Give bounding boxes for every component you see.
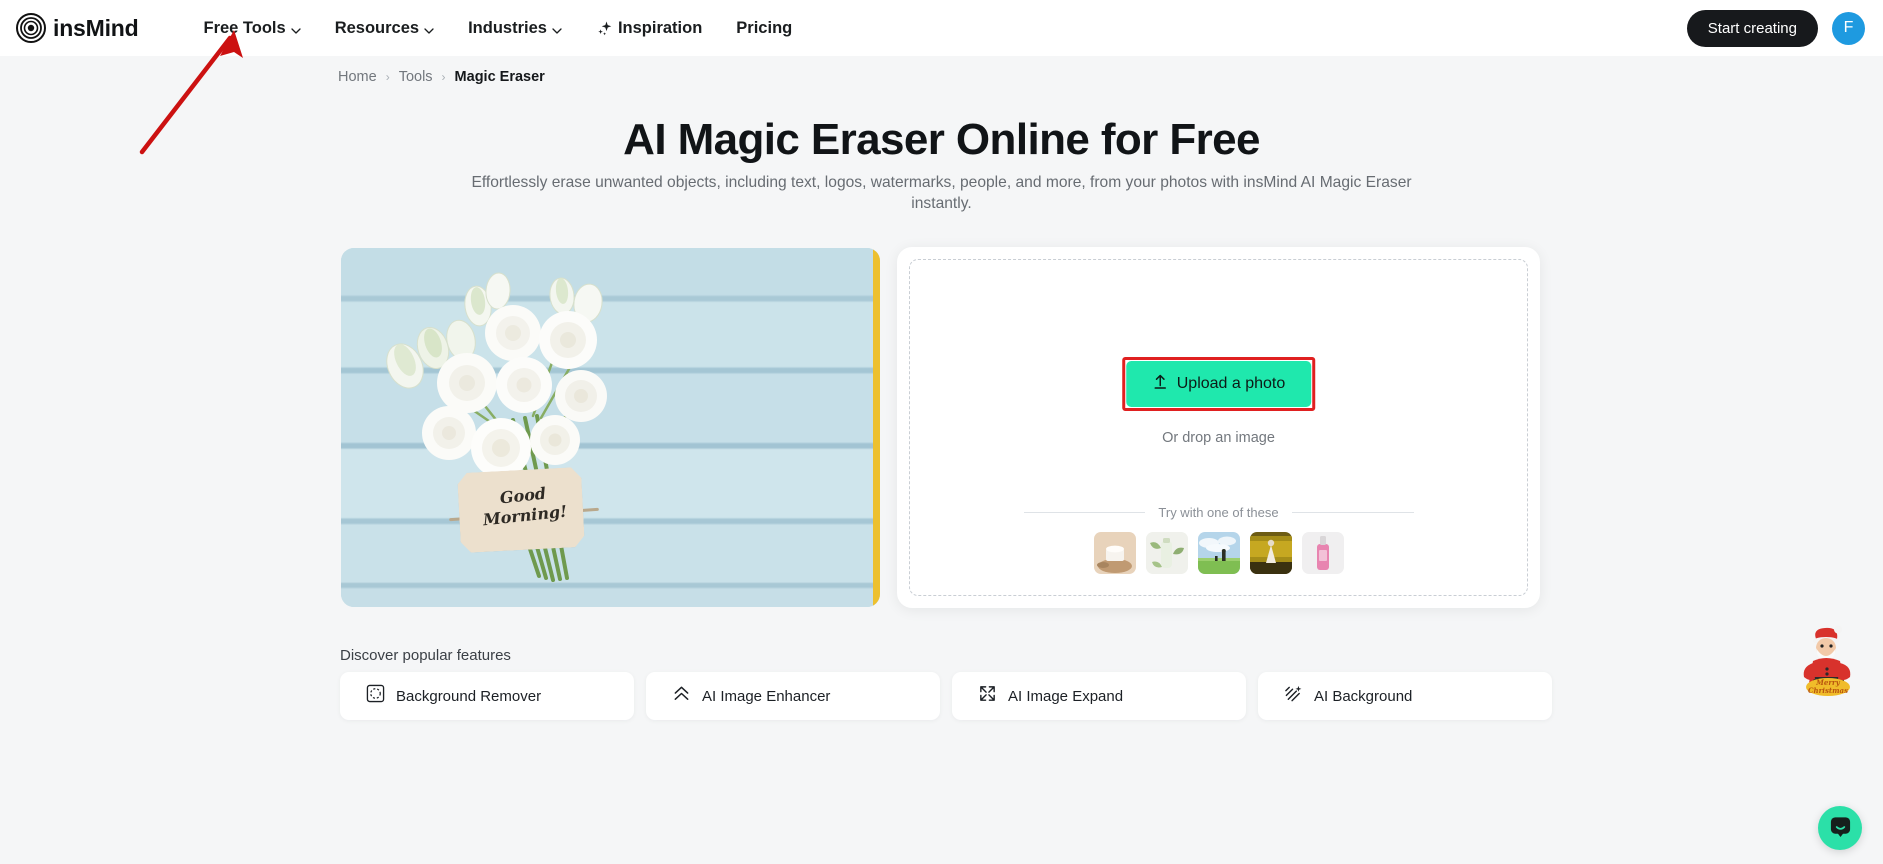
feature-label-ai-image-enhancer: AI Image Enhancer <box>702 687 831 705</box>
feature-card-ai-image-enhancer[interactable]: AI Image Enhancer <box>646 672 940 720</box>
demo-preview-image: Good Morning! <box>341 248 880 607</box>
svg-text:Christmas: Christmas <box>1808 686 1848 695</box>
feature-card-ai-background[interactable]: AI Background <box>1258 672 1552 720</box>
page-subtitle: Effortlessly erase unwanted objects, inc… <box>471 174 1412 212</box>
chevron-down-icon <box>291 22 301 34</box>
try-samples-divider: Try with one of these <box>1023 505 1414 520</box>
upload-button-label: Upload a photo <box>1176 375 1286 392</box>
sample-thumbnail-skincare-tube[interactable] <box>1145 532 1188 574</box>
nav-label-pricing: Pricing <box>736 18 793 37</box>
yellow-edge-strip <box>873 248 880 607</box>
sample-thumbnail-list <box>1093 532 1344 574</box>
double-chevron-up-icon <box>672 684 691 708</box>
header-actions: Start creating F <box>1686 9 1865 47</box>
feature-label-ai-background: AI Background <box>1314 687 1413 705</box>
feature-card-background-remover[interactable]: Background Remover <box>340 672 634 720</box>
nav-label-inspiration: Inspiration <box>617 18 703 37</box>
diagonal-stripes-sparkle-icon <box>1284 684 1303 708</box>
dropzone[interactable]: Upload a photo Or drop an image Try with… <box>909 259 1528 596</box>
feature-card-ai-image-expand[interactable]: AI Image Expand <box>952 672 1246 720</box>
features-section-title: Discover popular features <box>340 647 511 664</box>
santa-claus-icon[interactable]: Merry Christmas <box>1797 625 1859 697</box>
nav-label-resources: Resources <box>334 18 420 37</box>
divider-line-right <box>1291 512 1414 513</box>
nav-label-industries: Industries <box>468 18 547 37</box>
sparkle-icon <box>596 20 613 37</box>
main-nav: Free Tools Resources Industries Inspirat… <box>186 11 809 46</box>
expand-arrows-icon <box>978 684 997 708</box>
nav-item-resources[interactable]: Resources <box>318 11 451 46</box>
demo-photo: Good Morning! <box>341 248 880 607</box>
features-list: Background Remover AI Image Enhancer AI … <box>340 672 1552 720</box>
breadcrumb-separator-icon: › <box>385 70 390 84</box>
sample-thumbnail-pink-bottle[interactable] <box>1301 532 1344 574</box>
upload-a-photo-button[interactable]: Upload a photo <box>1125 361 1312 407</box>
nav-item-free-tools[interactable]: Free Tools <box>186 11 317 46</box>
feature-label-ai-image-expand: AI Image Expand <box>1008 687 1124 705</box>
nav-item-pricing[interactable]: Pricing <box>719 11 809 46</box>
chevron-down-icon <box>424 22 434 34</box>
bouquet-illustration <box>386 272 607 582</box>
chevron-down-icon <box>552 22 562 34</box>
brand-logo[interactable]: insMind <box>16 13 139 43</box>
chat-bubble-icon <box>1829 815 1852 841</box>
page-title: AI Magic Eraser Online for Free <box>623 115 1260 164</box>
try-samples-label: Try with one of these <box>1158 505 1279 520</box>
breadcrumb-separator-icon: › <box>441 70 446 84</box>
upload-panel: Upload a photo Or drop an image Try with… <box>897 247 1540 608</box>
upload-button-highlight: Upload a photo <box>1121 357 1316 411</box>
breadcrumb-item-tools[interactable]: Tools <box>399 69 433 85</box>
nav-label-free-tools: Free Tools <box>203 18 286 37</box>
brand-name: insMind <box>53 14 139 41</box>
nav-item-inspiration[interactable]: Inspiration <box>579 11 719 46</box>
user-avatar[interactable]: F <box>1832 11 1865 45</box>
background-remover-icon <box>366 684 385 708</box>
breadcrumb-current-page: Magic Eraser <box>454 69 545 85</box>
nav-item-industries[interactable]: Industries <box>451 11 579 46</box>
sample-thumbnail-field-couple[interactable] <box>1197 532 1240 574</box>
start-creating-button[interactable]: Start creating <box>1686 9 1818 47</box>
upload-arrow-icon <box>1152 373 1168 395</box>
sample-thumbnail-cosmetic-jar[interactable] <box>1093 532 1136 574</box>
chat-support-button[interactable] <box>1818 806 1862 850</box>
drop-hint-text: Or drop an image <box>1162 430 1275 446</box>
page-root: insMind Free Tools Resources Industries <box>0 0 1883 864</box>
top-header: insMind Free Tools Resources Industries <box>0 0 1883 56</box>
feature-label-background-remover: Background Remover <box>396 687 542 705</box>
concentric-circles-logo-icon <box>16 13 46 43</box>
breadcrumb-item-home[interactable]: Home <box>338 69 377 85</box>
breadcrumb: Home › Tools › Magic Eraser <box>338 69 545 85</box>
sample-thumbnail-rapeseed-girl[interactable] <box>1249 532 1292 574</box>
divider-line-left <box>1023 512 1146 513</box>
